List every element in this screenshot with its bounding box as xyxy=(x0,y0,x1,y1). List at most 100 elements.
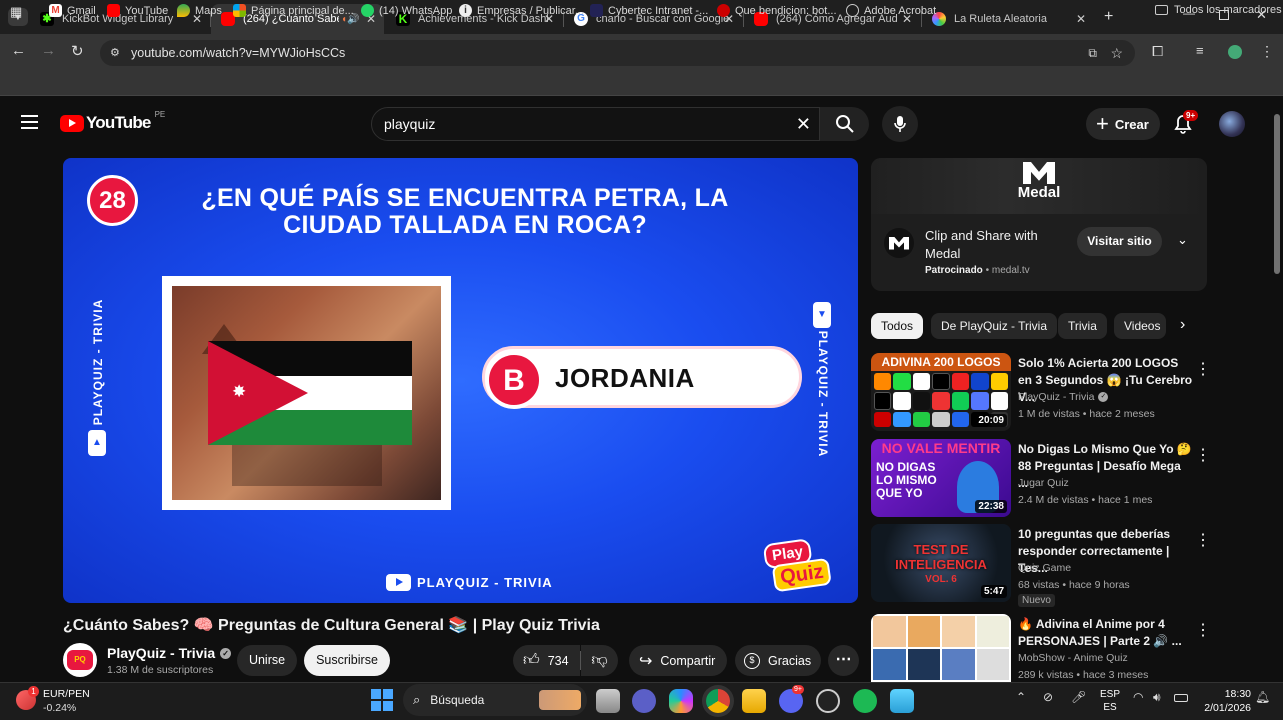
chip-trivia[interactable]: Trivia xyxy=(1058,313,1107,339)
chip-todos[interactable]: Todos xyxy=(871,313,924,339)
ad-advertiser-avatar xyxy=(884,228,914,258)
file-explorer-icon[interactable] xyxy=(742,689,766,713)
bookmark-pagina-principal[interactable]: Página principal de... xyxy=(233,4,354,17)
guide-menu-icon[interactable] xyxy=(21,115,38,129)
extensions-icon[interactable]: ⧠ xyxy=(1152,43,1163,60)
profile-avatar[interactable] xyxy=(1228,45,1242,59)
bookmark-youtube[interactable]: YouTube xyxy=(107,4,168,17)
more-options-icon[interactable]: ⋮ xyxy=(1195,530,1211,550)
channel-avatar[interactable]: PQ xyxy=(63,643,97,677)
discord-icon[interactable]: 9+ xyxy=(779,685,804,713)
dislike-button[interactable]: 👎︎ xyxy=(581,645,618,676)
tab-ruleta[interactable]: La Ruleta Aleatoria ✕ xyxy=(922,4,1094,34)
copilot-icon[interactable] xyxy=(669,689,693,713)
chat-app-icon[interactable] xyxy=(632,689,656,713)
bookmark-maps[interactable]: Maps xyxy=(177,4,222,17)
all-bookmarks-folder[interactable]: Todos los marcadores xyxy=(1155,4,1282,16)
obs-icon[interactable] xyxy=(816,689,840,713)
install-app-icon[interactable]: ⧉ xyxy=(1088,40,1097,66)
related-video[interactable]: ADIVINA 200 LOGOS 20:09 Solo 1% Acierta … xyxy=(871,353,1271,435)
chrome-icon[interactable] xyxy=(706,689,730,713)
voice-search-button[interactable] xyxy=(882,106,918,142)
network-off-icon[interactable]: ⊘ xyxy=(1043,690,1053,704)
new-tab-button[interactable]: + xyxy=(1104,8,1113,26)
answer-text: JORDANIA xyxy=(555,363,695,393)
close-tab-icon[interactable]: ✕ xyxy=(1076,12,1086,26)
ad-card[interactable]: Medal Clip and Share with Medal Patrocin… xyxy=(871,158,1207,291)
page-scrollbar[interactable] xyxy=(1273,104,1281,682)
search-button[interactable] xyxy=(820,107,869,141)
create-button[interactable]: + Crear xyxy=(1086,108,1160,140)
thanks-button[interactable]: $ Gracias xyxy=(735,645,821,676)
spotify-icon[interactable] xyxy=(853,689,877,713)
anime-characters-grid xyxy=(873,616,1009,680)
video-thumbnail: TEST DE INTELIGENCIA VOL. 6 5:47 xyxy=(871,524,1011,602)
related-video[interactable]: TEST DE INTELIGENCIA VOL. 6 5:47 10 preg… xyxy=(871,524,1271,607)
bookmark-star-icon[interactable]: ☆ xyxy=(1110,40,1123,66)
show-hidden-icons[interactable]: ⌃ xyxy=(1016,690,1026,704)
address-bar[interactable]: ⚙ youtube.com/watch?v=MYWJioHsCCs ⧉ ☆ xyxy=(100,40,1135,66)
duration-badge: 22:38 xyxy=(975,500,1007,513)
channel-name[interactable]: PlayQuiz - Trivia ✓ xyxy=(107,645,232,661)
reload-icon[interactable]: ↻ xyxy=(71,42,84,60)
microphone-icon[interactable]: 🎤︎ xyxy=(1071,690,1086,704)
volume-icon[interactable]: 🔊︎ xyxy=(1153,690,1161,705)
youtube-logo[interactable]: YouTube PE xyxy=(60,110,165,133)
windows-logo-icon xyxy=(233,4,246,17)
wifi-icon[interactable]: ◠ xyxy=(1133,690,1143,704)
language-indicator[interactable]: ESP ES xyxy=(1100,688,1120,714)
chevron-right-icon[interactable]: › xyxy=(1180,316,1185,334)
verified-icon: ✓ xyxy=(220,647,232,659)
like-button[interactable]: 👍︎ 734 xyxy=(513,645,580,676)
share-button[interactable]: ↪ Compartir xyxy=(629,645,727,676)
bookmark-gmail[interactable]: M Gmail xyxy=(49,4,96,17)
chip-de-playquiz[interactable]: De PlayQuiz - Trivia xyxy=(931,313,1058,339)
new-badge: Nuevo xyxy=(1018,594,1055,607)
channel-name: Jugar Quiz xyxy=(1018,477,1069,489)
bookmark-cybertec[interactable]: Cybertec Intranet -... xyxy=(590,4,708,17)
chevron-down-icon[interactable]: ⌄ xyxy=(1177,232,1188,248)
site-info-icon[interactable]: ⚙ xyxy=(110,40,120,66)
browser-menu-icon[interactable]: ⋮ xyxy=(1260,43,1274,60)
clock[interactable]: 18:30 2/01/2026 xyxy=(1195,687,1251,715)
question-text: ¿EN QUÉ PAÍS SE ENCUENTRA PETRA, LA CIUD… xyxy=(201,184,729,239)
tab-title: La Ruleta Aleatoria xyxy=(954,13,1047,25)
more-options-icon[interactable]: ⋮ xyxy=(1195,445,1211,465)
bookmark-empresas[interactable]: i Empresas / Publicar... xyxy=(459,4,584,17)
subscribe-button[interactable]: Suscribirse xyxy=(304,645,390,676)
bookmark-adobe-acrobat[interactable]: Adobe Acrobat xyxy=(846,4,936,17)
thumbs-up-icon: 👍︎ xyxy=(523,652,540,669)
task-view-icon[interactable] xyxy=(596,689,620,713)
join-button[interactable]: Unirse xyxy=(237,645,297,676)
more-options-icon[interactable]: ⋮ xyxy=(1195,359,1211,379)
battery-icon[interactable] xyxy=(1174,694,1188,702)
notifications-button[interactable]: 9+ xyxy=(1174,110,1199,134)
scrollbar-thumb[interactable] xyxy=(1274,114,1280,274)
related-video[interactable]: NO VALE MENTIR NO DIGAS LO MISMO QUE YO … xyxy=(871,439,1271,521)
more-actions-button[interactable]: ⋯ xyxy=(828,645,859,676)
bookmark-que-bendicion[interactable]: Que bendicion: bot... xyxy=(717,4,837,17)
back-icon[interactable]: ← xyxy=(11,42,26,59)
cybertec-icon xyxy=(590,4,603,17)
more-options-icon[interactable]: ⋮ xyxy=(1195,620,1211,640)
left-side-label: PLAYQUIZ - TRIVIA ▲ xyxy=(88,299,106,460)
notification-bell-icon[interactable]: 🔔︎ xyxy=(1255,690,1270,704)
notepad-icon[interactable] xyxy=(890,689,914,713)
chip-videos[interactable]: Videos xyxy=(1114,313,1166,339)
clear-search-icon[interactable]: ✕ xyxy=(796,108,811,140)
gmail-icon: M xyxy=(49,4,62,17)
stock-widget[interactable]: 1 EUR/PEN -0.24% xyxy=(14,686,104,716)
bookmark-whatsapp[interactable]: (14) WhatsApp xyxy=(361,4,452,17)
start-button[interactable] xyxy=(371,689,393,711)
visit-site-button[interactable]: Visitar sitio xyxy=(1077,227,1162,256)
forward-icon[interactable]: → xyxy=(41,42,56,59)
media-control-icon[interactable]: ≡ xyxy=(1196,43,1204,58)
search-input[interactable]: playquiz ✕ xyxy=(371,107,820,141)
folder-icon xyxy=(1155,5,1168,15)
account-avatar[interactable] xyxy=(1219,111,1245,137)
ad-meta: Patrocinado • medal.tv xyxy=(925,265,1030,276)
duration-badge: 5:47 xyxy=(980,585,1007,598)
play-quiz-logo: Play Quiz xyxy=(758,531,851,600)
taskbar-search[interactable]: ⌕ Búsqueda xyxy=(403,684,587,716)
apps-grid-icon[interactable]: ▦ xyxy=(10,4,22,20)
